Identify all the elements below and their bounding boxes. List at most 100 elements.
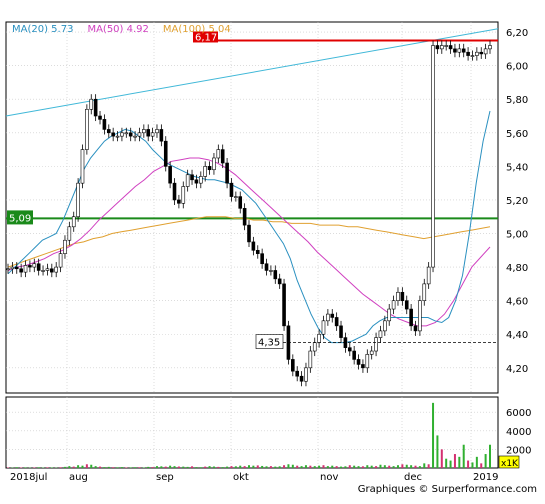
volume-bar	[287, 464, 289, 468]
candle-body	[449, 46, 452, 49]
candle-body	[458, 49, 461, 52]
volume-bar	[174, 466, 176, 468]
candle-body	[405, 301, 408, 309]
volume-bar	[340, 467, 342, 468]
candle-body	[164, 141, 167, 166]
volume-bar	[384, 465, 386, 468]
candle-body	[423, 284, 426, 301]
volume-bar	[33, 467, 35, 468]
volume-bar	[318, 466, 320, 468]
volume-tick-label: 6000	[506, 408, 531, 419]
volume-bar	[165, 467, 167, 468]
volume-bar	[248, 465, 250, 468]
price-tick-label: 5,40	[506, 162, 528, 173]
volume-bar	[266, 466, 268, 468]
volume-bar	[349, 465, 351, 468]
candle-body	[33, 264, 36, 267]
volume-bar	[51, 467, 53, 468]
volume-bar	[64, 467, 66, 468]
candle-body	[300, 376, 303, 381]
candle-body	[440, 46, 443, 49]
volume-bar	[423, 463, 425, 468]
legend-item-3: MA(100) 5.04	[163, 24, 231, 35]
candle-body	[304, 368, 307, 381]
volume-bar	[454, 454, 456, 468]
candle-body	[46, 269, 49, 271]
volume-bar	[397, 465, 399, 468]
volume-bar	[226, 467, 228, 468]
candle-body	[480, 52, 483, 54]
price-tick-label: 6,00	[506, 62, 528, 73]
volume-bar	[309, 466, 311, 468]
volume-bar	[68, 466, 70, 468]
volume-bar	[406, 465, 408, 468]
candle-body	[107, 129, 110, 132]
volume-bar	[191, 466, 193, 468]
volume-bar	[46, 467, 48, 468]
candle-body	[484, 49, 487, 54]
volume-bar	[130, 467, 132, 468]
candle-body	[169, 166, 172, 183]
x-tick-label: aug	[69, 472, 88, 483]
volume-bar	[322, 465, 324, 468]
candle-body	[348, 348, 351, 351]
candle-body	[475, 52, 478, 55]
volume-bar	[7, 467, 9, 468]
volume-bar	[257, 465, 259, 468]
volume-bar	[401, 464, 403, 468]
volume-bar	[25, 467, 27, 468]
price-tick-label: 4,40	[506, 330, 528, 341]
volume-bar	[388, 466, 390, 468]
candle-body	[103, 119, 106, 129]
candle-body	[366, 354, 369, 367]
volume-bar	[239, 466, 241, 468]
candle-body	[361, 364, 364, 367]
candle-body	[396, 292, 399, 300]
chart-credit: Graphiques © Surperformance.com	[358, 484, 537, 495]
price-tick-label: 5,80	[506, 95, 528, 106]
candle-body	[357, 359, 360, 364]
volume-bar	[279, 466, 281, 468]
volume-bar	[353, 466, 355, 468]
candle-body	[199, 176, 202, 183]
stock-chart: 6,206,005,805,605,405,205,004,804,604,40…	[0, 0, 545, 500]
candle-body	[55, 267, 58, 272]
volume-bar	[471, 462, 473, 468]
volume-bar	[375, 466, 377, 468]
candle-body	[331, 314, 334, 317]
volume-bar	[117, 467, 119, 468]
volume-bar	[305, 465, 307, 468]
candle-body	[467, 52, 470, 55]
candle-body	[278, 279, 281, 284]
candle-body	[42, 270, 45, 271]
candle-body	[401, 292, 404, 300]
volume-bar	[182, 467, 184, 468]
volume-bar	[379, 465, 381, 468]
volume-bar	[441, 449, 443, 468]
candle-body	[120, 133, 123, 136]
candle-body	[142, 129, 145, 132]
candle-body	[462, 49, 465, 52]
volume-bar	[222, 467, 224, 468]
volume-bar	[125, 467, 127, 468]
candle-body	[256, 250, 259, 253]
candle-body	[191, 175, 194, 180]
volume-bar	[458, 457, 460, 468]
x-tick-label: 2019	[473, 472, 498, 483]
candle-body	[230, 183, 233, 196]
candle-body	[155, 129, 158, 132]
volume-bar	[73, 467, 75, 468]
volume-bar	[445, 459, 447, 468]
candle-body	[204, 166, 207, 176]
candle-body	[147, 129, 150, 136]
support-label: 5,09	[9, 213, 31, 224]
volume-bar	[178, 467, 180, 468]
volume-bar	[138, 467, 140, 468]
volume-bar	[38, 467, 40, 468]
candle-body	[177, 200, 180, 203]
volume-bar	[371, 466, 373, 468]
price-tick-label: 5,00	[506, 230, 528, 241]
volume-bar	[410, 465, 412, 468]
candle-body	[15, 267, 18, 269]
candle-body	[322, 321, 325, 334]
